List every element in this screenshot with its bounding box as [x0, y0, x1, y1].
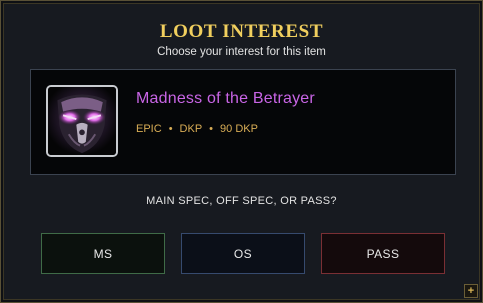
item-icon-art [48, 87, 116, 155]
loot-interest-dialog: LOOT INTEREST Choose your interest for t… [0, 0, 483, 303]
dialog-title: LOOT INTEREST [159, 21, 324, 42]
main-spec-button[interactable]: MS [41, 233, 165, 274]
item-type: DKP [179, 123, 203, 135]
expand-button[interactable]: + [464, 284, 478, 298]
pass-button[interactable]: PASS [321, 233, 445, 274]
choice-prompt: MAIN SPEC, OFF SPEC, OR PASS? [146, 195, 337, 207]
demon-face-icon[interactable] [46, 85, 118, 157]
item-meta: EPIC • DKP • 90 DKP [136, 123, 258, 135]
item-rarity: EPIC [136, 123, 162, 135]
off-spec-button[interactable]: OS [181, 233, 305, 274]
item-panel: Madness of the Betrayer EPIC • DKP • 90 DKP [30, 69, 456, 175]
item-cost: 90 DKP [220, 123, 258, 135]
dialog-subtitle: Choose your interest for this item [157, 46, 326, 58]
meta-separator: • [168, 123, 173, 135]
item-name[interactable]: Madness of the Betrayer [136, 90, 315, 108]
meta-separator: • [209, 123, 214, 135]
